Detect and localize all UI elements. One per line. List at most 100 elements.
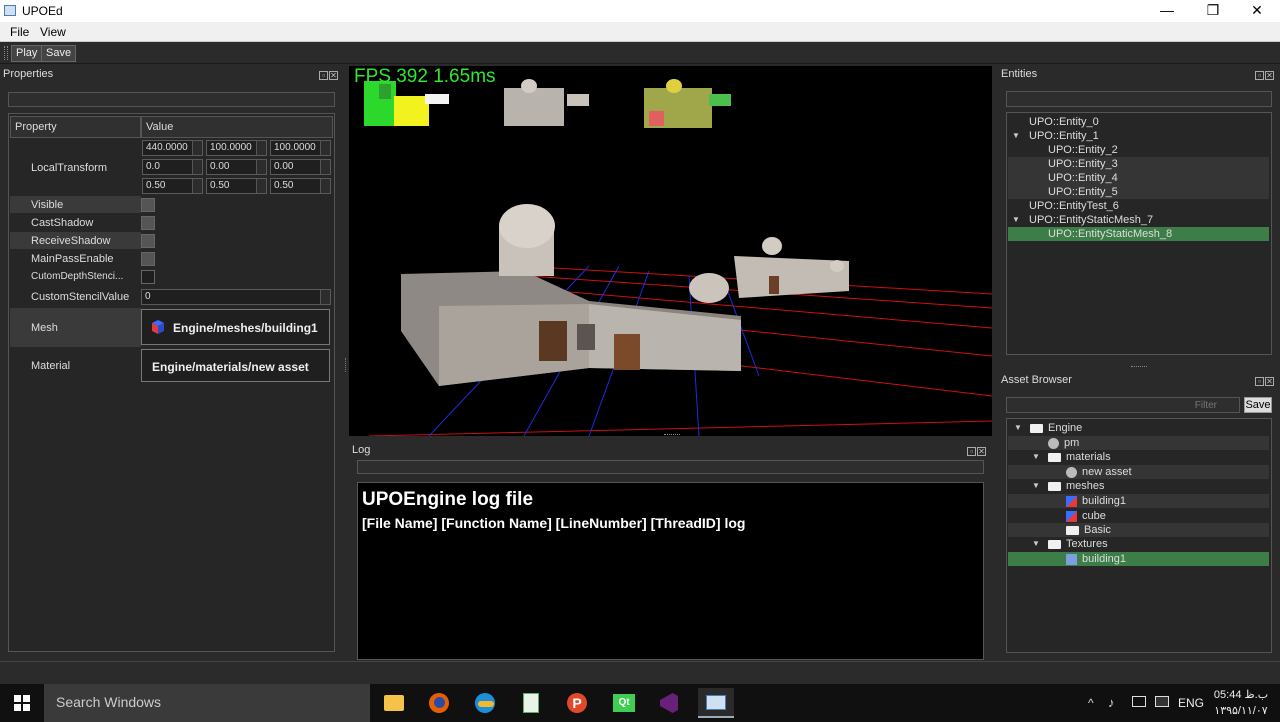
scale-z-field[interactable]: 0.50 [270, 178, 331, 194]
asset-tree-item[interactable]: Basic [1008, 523, 1269, 537]
browser-icon[interactable] [468, 688, 504, 718]
close-icon[interactable]: ✕ [329, 71, 338, 80]
asset-filter-input[interactable] [1006, 397, 1240, 413]
play-button[interactable]: Play [11, 45, 43, 62]
entity-tree-item[interactable]: ▼ UPO::EntityStaticMesh_7 [1008, 213, 1269, 227]
float-icon[interactable]: ▫ [1255, 71, 1264, 80]
tray-chevron-icon[interactable]: ^ [1088, 696, 1094, 710]
entity-tree-item[interactable]: UPO::EntityTest_6 [1008, 199, 1269, 213]
log-filter-input[interactable] [357, 460, 984, 474]
app-icon [4, 5, 16, 16]
asset-dock-buttons[interactable]: ▫ ✕ [1254, 375, 1274, 386]
asset-label: building1 [1082, 495, 1127, 507]
asset-tree-item[interactable]: new asset [1008, 465, 1269, 479]
log-dock-buttons[interactable]: ▫ ✕ [966, 445, 986, 456]
asset-save-button[interactable]: Save [1244, 397, 1272, 413]
column-header-property[interactable]: Property [10, 116, 141, 138]
properties-dock-buttons[interactable]: ▫ ✕ [318, 69, 338, 80]
entities-dock-buttons[interactable]: ▫ ✕ [1254, 69, 1274, 80]
upoed-taskbar-icon[interactable] [698, 688, 734, 718]
viewport-splitter[interactable] [664, 434, 680, 436]
log-title: Log [352, 444, 371, 456]
float-icon[interactable]: ▫ [319, 71, 328, 80]
entity-label: UPO::Entity_0 [1029, 116, 1099, 128]
customdepth-checkbox[interactable] [141, 270, 155, 284]
visible-checkbox[interactable] [141, 198, 155, 212]
asset-tree-item[interactable]: ▼ meshes [1008, 479, 1269, 493]
rotation-z-field[interactable]: 0.00 [270, 159, 331, 175]
asset-tree-item[interactable]: ▼ Textures [1008, 537, 1269, 551]
transform-y-field[interactable]: 100.0000 [206, 140, 267, 156]
asset-tree-item[interactable]: cube [1008, 509, 1269, 523]
scale-x-field[interactable]: 0.50 [142, 178, 203, 194]
rotation-x-field[interactable]: 0.0 [142, 159, 203, 175]
asset-tree-item[interactable]: building1 [1008, 552, 1269, 566]
asset-tree-item[interactable]: ▼ Engine [1008, 421, 1269, 435]
windows-start-icon[interactable] [14, 695, 30, 711]
entity-tree-item[interactable]: UPO::Entity_5 [1008, 185, 1269, 199]
expand-arrow-icon[interactable]: ▼ [1012, 129, 1020, 143]
taskbar-search-box[interactable]: Search Windows [44, 684, 370, 722]
toolbar-grip[interactable] [4, 46, 8, 60]
firefox-icon[interactable] [422, 688, 458, 718]
viewport-3d[interactable]: FPS 392 1.65ms [349, 66, 992, 436]
float-icon[interactable]: ▫ [1255, 377, 1264, 386]
expand-arrow-icon[interactable]: ▼ [1032, 450, 1040, 464]
language-indicator[interactable]: ENG [1178, 696, 1204, 710]
notepad-icon[interactable] [514, 688, 550, 718]
mesh-asset-button[interactable]: Engine/meshes/building1 [141, 309, 330, 345]
entity-tree-item[interactable]: UPO::Entity_2 [1008, 143, 1269, 157]
save-button[interactable]: Save [41, 45, 77, 62]
close-icon[interactable]: ✕ [977, 447, 986, 456]
fps-counter: FPS 392 1.65ms [354, 66, 496, 87]
file-explorer-icon[interactable] [376, 688, 412, 718]
qt-app-icon[interactable]: Qt [606, 688, 642, 718]
network-icon[interactable] [1132, 696, 1146, 707]
column-header-value[interactable]: Value [141, 116, 333, 138]
expand-arrow-icon[interactable]: ▼ [1032, 479, 1040, 493]
menu-file[interactable]: File [10, 25, 29, 39]
material-icon [1048, 437, 1059, 449]
transform-x-field[interactable]: 440.0000 [142, 140, 203, 156]
expand-arrow-icon[interactable]: ▼ [1014, 421, 1022, 435]
rotation-y-field[interactable]: 0.00 [206, 159, 267, 175]
mainpass-checkbox[interactable] [141, 252, 155, 266]
entity-tree-item[interactable]: UPO::Entity_4 [1008, 171, 1269, 185]
customstencil-field[interactable]: 0 [141, 289, 331, 305]
restore-button[interactable]: ❐ [1190, 0, 1236, 22]
asset-tree-item[interactable]: pm [1008, 436, 1269, 450]
entity-tree-item[interactable]: UPO::Entity_0 [1008, 115, 1269, 129]
splitter-handle[interactable] [345, 358, 347, 372]
material-asset-button[interactable]: Engine/materials/new asset [141, 349, 330, 382]
entities-search-input[interactable] [1006, 91, 1272, 107]
minimize-button[interactable]: — [1144, 0, 1190, 22]
clock-time[interactable]: 05:44 ب.ظ [1212, 688, 1270, 701]
entity-label: UPO::EntityStaticMesh_8 [1048, 228, 1173, 240]
entity-tree-item[interactable]: UPO::EntityStaticMesh_8 [1008, 227, 1269, 241]
right-splitter[interactable] [1131, 366, 1147, 368]
receiveshadow-checkbox[interactable] [141, 234, 155, 248]
close-icon[interactable]: ✕ [1265, 377, 1274, 386]
entity-tree-item[interactable]: ▼ UPO::Entity_1 [1008, 129, 1269, 143]
volume-icon[interactable]: ♪ [1108, 695, 1115, 710]
float-icon[interactable]: ▫ [967, 447, 976, 456]
notifications-icon[interactable] [1155, 696, 1169, 707]
visual-studio-icon[interactable] [652, 688, 688, 718]
asset-label: meshes [1066, 480, 1105, 492]
clock-date[interactable]: ۱۳۹۵/۱۱/۰۷ [1212, 704, 1270, 717]
log-output[interactable]: UPOEngine log file [File Name] [Function… [357, 482, 984, 660]
expand-arrow-icon[interactable]: ▼ [1012, 213, 1020, 227]
asset-tree-item[interactable]: ▼ materials [1008, 450, 1269, 464]
menu-view[interactable]: View [40, 25, 66, 39]
entity-tree-item[interactable]: UPO::Entity_3 [1008, 157, 1269, 171]
scale-y-field[interactable]: 0.50 [206, 178, 267, 194]
transform-z-field[interactable]: 100.0000 [270, 140, 331, 156]
folder-icon [1030, 423, 1043, 433]
expand-arrow-icon[interactable]: ▼ [1032, 537, 1040, 551]
close-icon[interactable]: ✕ [1265, 71, 1274, 80]
close-button[interactable]: ✕ [1234, 0, 1280, 22]
castshadow-checkbox[interactable] [141, 216, 155, 230]
properties-search-input[interactable] [8, 92, 335, 107]
asset-tree-item[interactable]: building1 [1008, 494, 1269, 508]
p-app-icon[interactable]: P [560, 688, 596, 718]
